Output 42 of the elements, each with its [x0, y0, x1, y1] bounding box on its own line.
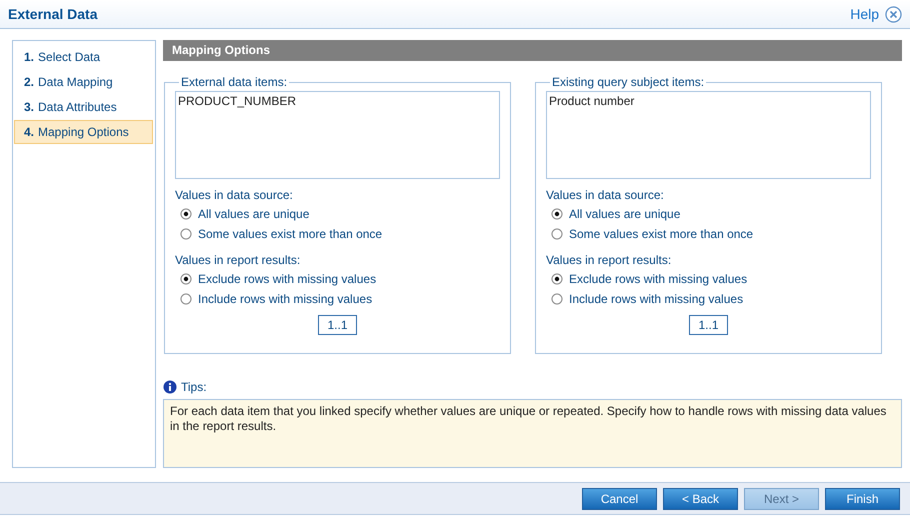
option-label[interactable]: Exclude rows with missing values: [569, 272, 748, 286]
option-label[interactable]: All values are unique: [198, 207, 310, 221]
group-legend: Existing query subject items:: [550, 75, 706, 89]
wizard-step[interactable]: 4. Mapping Options: [14, 120, 153, 144]
wizard-step[interactable]: 3. Data Attributes: [14, 95, 153, 119]
wizard-step[interactable]: 1. Select Data: [14, 45, 153, 69]
items-list[interactable]: PRODUCT_NUMBER: [175, 91, 500, 179]
option-label[interactable]: Some values exist more than once: [569, 227, 754, 241]
radio-button[interactable]: [551, 228, 563, 240]
items-list[interactable]: Product number: [546, 91, 871, 179]
radio-button[interactable]: [180, 293, 192, 305]
wizard-step[interactable]: 2. Data Mapping: [14, 70, 153, 94]
tips-title: Tips:: [181, 380, 207, 394]
list-item[interactable]: PRODUCT_NUMBER: [178, 94, 497, 108]
radio-button[interactable]: [551, 293, 563, 305]
tips-text: For each data item that you linked specify whether values are unique or repeated. Specify how to handle rows with missing data values in the report results.: [163, 399, 902, 468]
group-label: Values in report results:: [546, 253, 672, 269]
window-title: External Data: [8, 6, 98, 22]
group-label: Values in data source:: [175, 188, 294, 204]
radio-button[interactable]: [180, 228, 192, 240]
cardinality-button[interactable]: 1..1: [318, 315, 356, 335]
section-header: Mapping Options: [163, 40, 902, 61]
group-legend: External data items:: [179, 75, 290, 89]
info-icon: [163, 380, 177, 394]
option-label[interactable]: Some values exist more than once: [198, 227, 382, 241]
radio-button[interactable]: [551, 273, 563, 285]
wizard-button[interactable]: Finish: [825, 488, 900, 510]
list-item[interactable]: Product number: [549, 94, 868, 108]
radio-button[interactable]: [551, 208, 563, 220]
group-label: Values in data source:: [546, 188, 665, 204]
radio-button[interactable]: [180, 208, 192, 220]
option-label[interactable]: All values are unique: [569, 207, 680, 221]
help-link[interactable]: Help: [850, 6, 879, 22]
radio-button[interactable]: [180, 273, 192, 285]
option-label[interactable]: Include rows with missing values: [198, 292, 372, 306]
option-label[interactable]: Exclude rows with missing values: [198, 272, 376, 286]
wizard-button[interactable]: Cancel: [582, 488, 657, 510]
close-icon[interactable]: [885, 6, 902, 22]
cardinality-button[interactable]: 1..1: [689, 315, 728, 335]
option-label[interactable]: Include rows with missing values: [569, 292, 744, 306]
group-label: Values in report results:: [175, 253, 302, 269]
wizard-button[interactable]: < Back: [663, 488, 738, 510]
